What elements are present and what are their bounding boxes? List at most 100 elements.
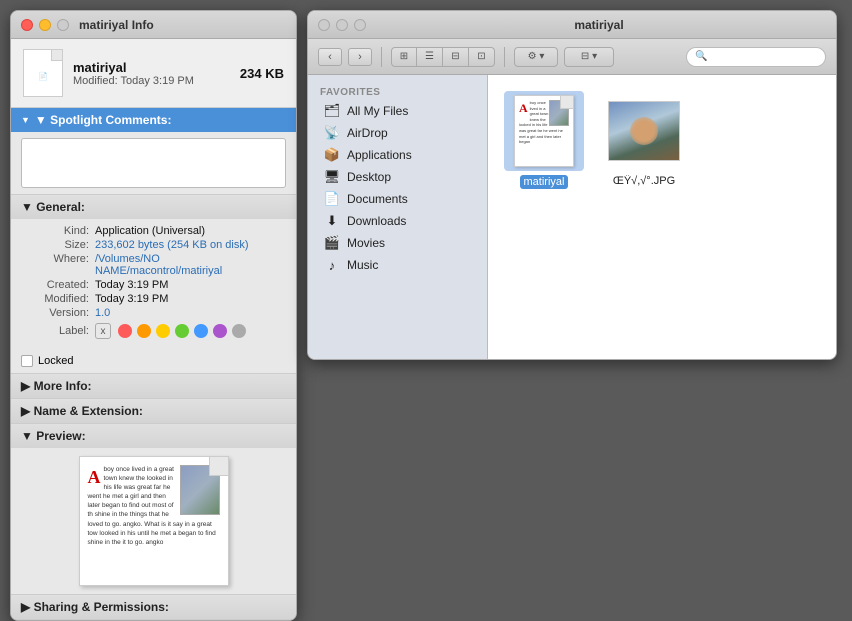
spotlight-header[interactable]: ▼ ▼ Spotlight Comments: <box>11 108 296 132</box>
zoom-button[interactable] <box>57 19 69 31</box>
more-info-label: ▶ More Info: <box>21 379 92 393</box>
sidebar-item-applications[interactable]: 📦 Applications <box>312 144 483 166</box>
doc-photo <box>549 100 569 126</box>
arrange-button[interactable]: ⊟ ▾ <box>564 47 614 67</box>
sidebar-item-downloads[interactable]: ⬇ Downloads <box>312 210 483 232</box>
finder-minimize-button[interactable] <box>336 19 348 31</box>
label-colors: x <box>95 323 248 339</box>
column-view-button[interactable]: ⊟ <box>443 47 469 67</box>
label-label: Label: <box>21 325 89 337</box>
name-extension-header[interactable]: ▶ Name & Extension: <box>11 399 296 423</box>
modified-label: Modified: <box>21 293 89 305</box>
general-section: ▼ General: Kind: Application (Universal)… <box>11 195 296 374</box>
sidebar-item-label: Documents <box>347 192 408 206</box>
view-buttons: ⊞ ☰ ⊟ ⊡ <box>391 47 495 67</box>
general-content: Kind: Application (Universal) Size: 233,… <box>11 219 296 349</box>
finder-toolbar: ‹ › ⊞ ☰ ⊟ ⊡ ⚙ ▾ ⊟ ▾ 🔍 <box>308 39 836 75</box>
face-shape <box>630 117 658 145</box>
window-title: matiriyal Info <box>79 18 154 32</box>
version-label: Version: <box>21 307 89 319</box>
file-icon: 📄 <box>23 49 63 97</box>
sidebar-item-label: Desktop <box>347 170 391 184</box>
preview-section: ▼ Preview: A boy once lived in a great t… <box>11 424 296 595</box>
info-titlebar: matiriyal Info <box>11 11 296 39</box>
action-button[interactable]: ⚙ ▾ <box>514 47 558 67</box>
name-extension-section: ▶ Name & Extension: <box>11 399 296 424</box>
locked-row: Locked <box>11 349 296 373</box>
size-row: Size: 233,602 bytes (254 KB on disk) <box>21 239 286 251</box>
finder-close-button[interactable] <box>318 19 330 31</box>
red-label[interactable] <box>118 324 132 338</box>
preview-doc-inner: A boy once lived in a great town knew th… <box>80 457 228 551</box>
where-label: Where: <box>21 253 89 277</box>
preview-header[interactable]: ▼ Preview: <box>11 424 296 448</box>
sidebar-item-desktop[interactable]: 🖥 Desktop <box>312 166 483 188</box>
cover-flow-button[interactable]: ⊡ <box>469 47 495 67</box>
label-row: Label: x <box>21 323 286 339</box>
sidebar-item-label: Downloads <box>347 214 406 228</box>
file-item-matiriyal[interactable]: A boy once lived in a great town knew th… <box>504 91 584 189</box>
finder-titlebar: matiriyal <box>308 11 836 39</box>
blue-label[interactable] <box>194 324 208 338</box>
list-view-button[interactable]: ☰ <box>417 47 443 67</box>
minimize-button[interactable] <box>39 19 51 31</box>
icon-view-button[interactable]: ⊞ <box>391 47 417 67</box>
info-header: 📄 matiriyal Modified: Today 3:19 PM 234 … <box>11 39 296 108</box>
created-label: Created: <box>21 279 89 291</box>
green-label[interactable] <box>175 324 189 338</box>
movies-icon: 🎬 <box>324 235 340 251</box>
file-label-image: ŒŸ√,√°.JPG <box>613 175 675 187</box>
music-icon: ♪ <box>324 257 340 273</box>
sharing-permissions-section: ▶ Sharing & Permissions: <box>11 595 296 620</box>
all-my-files-icon: 🗂 <box>324 103 340 119</box>
version-value: 1.0 <box>95 307 286 319</box>
finder-main: A boy once lived in a great town knew th… <box>488 75 836 359</box>
size-label: Size: <box>21 239 89 251</box>
more-info-header[interactable]: ▶ More Info: <box>11 374 296 398</box>
sidebar-item-airdrop[interactable]: 📡 AirDrop <box>312 122 483 144</box>
locked-checkbox[interactable] <box>21 355 33 367</box>
kind-row: Kind: Application (Universal) <box>21 225 286 237</box>
kind-value: Application (Universal) <box>95 225 286 237</box>
preview-photo <box>180 465 220 515</box>
created-value: Today 3:19 PM <box>95 279 286 291</box>
spotlight-triangle: ▼ <box>21 115 30 125</box>
sidebar-item-music[interactable]: ♪ Music <box>312 254 483 276</box>
file-modified: Modified: Today 3:19 PM <box>73 75 230 87</box>
sidebar-item-all-my-files[interactable]: 🗂 All My Files <box>312 100 483 122</box>
info-panel: matiriyal Info 📄 matiriyal Modified: Tod… <box>10 10 297 621</box>
more-info-section: ▶ More Info: <box>11 374 296 399</box>
version-row: Version: 1.0 <box>21 307 286 319</box>
close-button[interactable] <box>21 19 33 31</box>
forward-button[interactable]: › <box>348 48 372 66</box>
search-box[interactable]: 🔍 <box>686 47 826 67</box>
general-label: ▼ General: <box>21 200 85 214</box>
gray-label[interactable] <box>232 324 246 338</box>
file-item-image[interactable]: ŒŸ√,√°.JPG <box>604 91 684 187</box>
modified-row: Modified: Today 3:19 PM <box>21 293 286 305</box>
preview-document: A boy once lived in a great town knew th… <box>79 456 229 586</box>
file-label-matiriyal: matiriyal <box>520 175 569 189</box>
purple-label[interactable] <box>213 324 227 338</box>
preview-label: ▼ Preview: <box>21 429 86 443</box>
sharing-permissions-label: ▶ Sharing & Permissions: <box>21 600 169 614</box>
preview-content: A boy once lived in a great town knew th… <box>11 448 296 594</box>
file-name: matiriyal <box>73 60 230 75</box>
file-icon-text: 📄 <box>34 68 52 85</box>
where-row: Where: /Volumes/NO NAME/macontrol/matiri… <box>21 253 286 277</box>
orange-label[interactable] <box>137 324 151 338</box>
label-x-button[interactable]: x <box>95 323 111 339</box>
modified-value: Today 3:19 PM <box>95 293 286 305</box>
sharing-permissions-header[interactable]: ▶ Sharing & Permissions: <box>11 595 296 619</box>
general-header[interactable]: ▼ General: <box>11 195 296 219</box>
sidebar-item-label: Music <box>347 258 378 272</box>
spotlight-textarea[interactable] <box>21 138 286 188</box>
yellow-label[interactable] <box>156 324 170 338</box>
back-button[interactable]: ‹ <box>318 48 342 66</box>
sidebar-item-movies[interactable]: 🎬 Movies <box>312 232 483 254</box>
finder-zoom-button[interactable] <box>354 19 366 31</box>
sidebar-item-documents[interactable]: 📄 Documents <box>312 188 483 210</box>
file-size: 234 KB <box>240 66 284 81</box>
airdrop-icon: 📡 <box>324 125 340 141</box>
finder-title: matiriyal <box>574 18 623 32</box>
